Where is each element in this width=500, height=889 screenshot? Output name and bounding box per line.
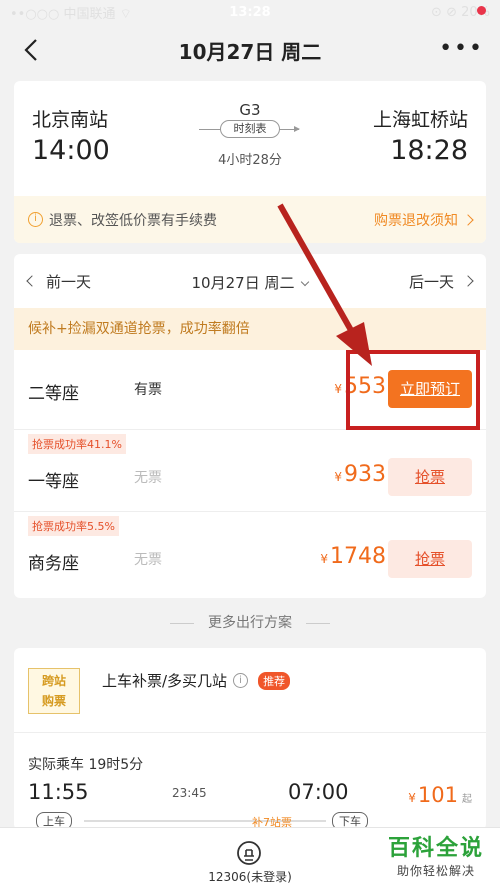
watermark-sub-text: 助你轻松解决 [396,864,475,878]
alt-arrival-time: 07:00 [288,780,349,804]
travel-duration: 4小时28分 [218,153,282,168]
grab-ticket-button[interactable]: 抢票 [388,458,472,496]
refund-notice-bar: i 退票、改签低价票有手续费 购票退改须知 [14,196,486,243]
seat-row-first-class: 抢票成功率41.1% 一等座 无票 ¥933 抢票 [14,430,486,512]
actual-ride-duration: 实际乘车 19时5分 [28,757,144,773]
seat-class-name: 二等座 [28,384,79,404]
current-date-label: 10月27日 周二 [191,274,295,292]
price-suffix: 起 [462,794,472,805]
chevron-right-icon [462,213,474,226]
notice-text: 退票、改签低价票有手续费 [49,212,217,229]
more-options-title: 更多出行方案 [0,598,500,648]
timetable-button[interactable]: 时刻表 [220,120,280,138]
status-bar: ••○○○ 中国联通 ⌔ 13:28 ⊙ ⊘ 20% [0,0,500,24]
seat-class-name: 商务座 [28,554,79,574]
alt-middle-time: 23:45 [172,786,207,800]
highlight-box [346,350,480,430]
button-area: 抢票 [388,512,472,596]
back-arrow-icon[interactable] [18,36,46,64]
currency-symbol: ¥ [334,470,342,484]
more-icon[interactable]: ••• [439,38,484,60]
cross-station-logo: 跨站 购票 [28,668,80,714]
logo-line-1: 跨站 [41,674,66,688]
notification-dot [477,6,486,15]
currency-symbol: ¥ [320,552,328,566]
seat-availability: 无票 [134,470,162,486]
seat-row-business-class: 抢票成功率5.5% 商务座 无票 ¥1748 抢票 [14,512,486,596]
refund-rules-label: 购票退改须知 [374,212,458,229]
info-icon: i [28,212,43,227]
cross-station-title: 上车补票/多买几站 i 推荐 [102,670,291,691]
currency-symbol: ¥ [408,791,416,805]
success-rate-tag: 抢票成功率5.5% [28,516,119,536]
seat-price-value: 933 [344,462,386,487]
promo-banner[interactable]: 候补+捡漏双通道抢票，成功率翻倍 [14,308,486,350]
alt-departure-time: 11:55 [28,780,89,804]
seat-availability: 有票 [134,382,162,398]
logo-line-2: 购票 [41,694,66,708]
seat-availability: 无票 [134,552,162,568]
date-navigator: 前一天 10月27日 周二 后一天 [14,254,486,308]
refund-rules-link[interactable]: 购票退改须知 [374,210,474,230]
page-title: 10月27日 周二 [178,39,322,64]
currency-symbol: ¥ [334,382,342,396]
seat-price: ¥933 [334,462,386,487]
info-icon[interactable]: i [233,673,249,688]
seat-price-value: 1748 [330,544,386,569]
chevron-down-icon [301,277,310,287]
grab-ticket-button[interactable]: 抢票 [388,540,472,578]
date-selector[interactable]: 10月27日 周二 [14,272,486,293]
carrier-signal: ••○○○ 中国联通 ⌔ [10,6,132,22]
watermark-main-text: 百科全说 [387,836,484,861]
success-rate-tag: 抢票成功率41.1% [28,434,126,454]
train-summary: 北京南站 上海虹桥站 14:00 18:28 G3 时刻表 4小时28分 [14,81,486,196]
divider [14,732,486,733]
recommend-badge: 推荐 [258,671,291,690]
cross-station-card[interactable]: 跨站 购票 上车补票/多买几站 i 推荐 实际乘车 19时5分 11:55 23… [14,648,486,830]
button-area: 抢票 [388,430,472,511]
train-number: G3 [239,101,261,119]
nav-bar: 10月27日 周二 ••• [0,24,500,76]
seat-class-name: 一等座 [28,472,79,492]
seat-price: ¥1748 [320,544,386,569]
alt-price: ¥101 起 [408,783,472,807]
cross-station-title-text: 上车补票/多买几站 [102,672,228,690]
train-info-card: 北京南站 上海虹桥站 14:00 18:28 G3 时刻表 4小时28分 i 退… [14,81,486,243]
train-home-icon[interactable] [236,840,262,866]
alt-price-value: 101 [417,783,458,807]
watermark-logo: 百科全说 助你轻松解决 [388,830,484,879]
